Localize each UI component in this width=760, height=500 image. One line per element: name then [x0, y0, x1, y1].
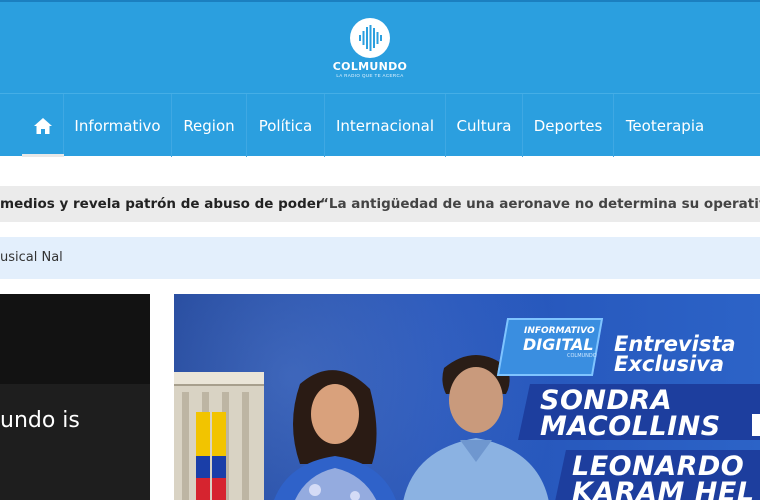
secondary-ticker-text[interactable]: usical Nal [0, 250, 63, 265]
nav-home[interactable] [22, 94, 64, 157]
badge-line2: DIGITAL [523, 335, 594, 354]
guest2-last: KARAM HEL [572, 477, 755, 500]
active-indicator [22, 154, 64, 157]
nav-informativo[interactable]: Informativo [64, 94, 172, 157]
hero-edge-mark [752, 414, 760, 436]
building-cornice [174, 372, 264, 386]
nav-politica[interactable]: Política [247, 94, 325, 157]
nav-teoterapia[interactable]: Teoterapia [614, 94, 716, 157]
logo-wave-icon [350, 18, 390, 58]
badge-line3: COLMUNDO [567, 353, 597, 359]
ticker-item[interactable]: “La antigüedad de una aeronave no determ… [320, 196, 760, 212]
site-logo[interactable]: COLMUNDO LA RADIO QUE TE ACERCA [328, 18, 412, 84]
headline-line1: Entrevista [614, 332, 736, 356]
home-icon [33, 117, 52, 134]
guest1-last: MACOLLINS [540, 411, 721, 442]
nav-deportes[interactable]: Deportes [523, 94, 614, 157]
logo-name: COLMUNDO [332, 60, 408, 73]
nav-cultura[interactable]: Cultura [446, 94, 523, 157]
guest2-name: LEONARDO KARAM HEL [572, 453, 755, 500]
headline-line2: Exclusiva [614, 352, 725, 376]
secondary-ticker: usical Nal [0, 237, 760, 279]
nav-internacional[interactable]: Internacional [325, 94, 446, 157]
video-message: undo is [0, 408, 80, 433]
nav-region[interactable]: Region [172, 94, 247, 157]
ticker-item[interactable]: medios y revela patrón de abuso de poder [0, 196, 323, 212]
main-nav: Informativo Region Política Internaciona… [0, 93, 760, 157]
video-player-panel[interactable]: undo is [0, 294, 150, 500]
guest1-name: SONDRA MACOLLINS [540, 387, 721, 442]
site-header: COLMUNDO LA RADIO QUE TE ACERCA [0, 0, 760, 93]
hero-headline: Entrevista Exclusiva [614, 332, 736, 376]
building-column [242, 392, 249, 500]
news-ticker: medios y revela patrón de abuso de poder… [0, 186, 760, 222]
video-overlay [0, 384, 150, 500]
hero-banner[interactable]: INFORMATIVO DIGITAL COLMUNDO Entrevista … [174, 294, 760, 500]
colombia-flag [196, 412, 210, 500]
logo-tagline: LA RADIO QUE TE ACERCA [336, 73, 404, 78]
building-column [182, 392, 189, 500]
colombia-flag [212, 412, 226, 500]
woman-portrait [274, 370, 396, 500]
